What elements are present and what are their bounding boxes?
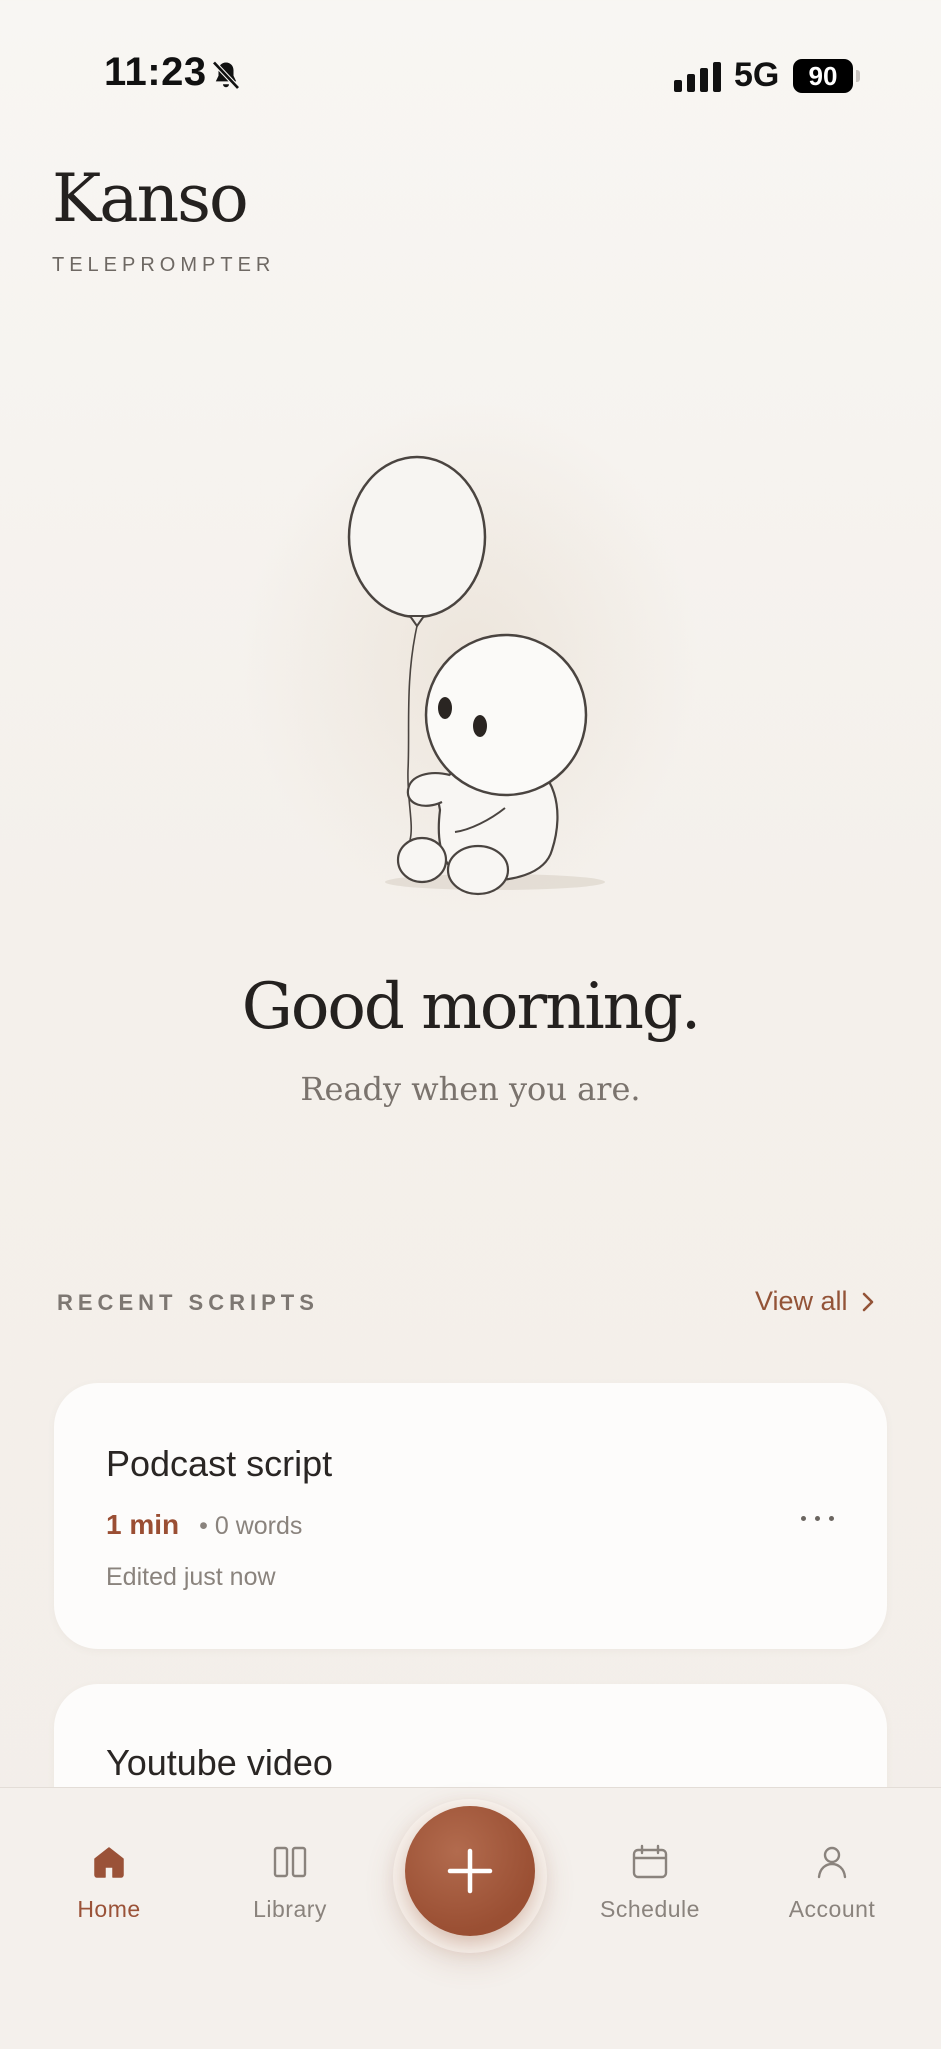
tab-schedule-label: Schedule: [600, 1896, 700, 1922]
balloon-character-illustration: [347, 455, 605, 896]
view-all-link[interactable]: View all: [755, 1286, 876, 1317]
app-title: Kanso: [52, 160, 249, 237]
more-dot: [828, 1515, 834, 1521]
recent-scripts-header: RECENT SCRIPTS: [57, 1290, 319, 1315]
script-word-count: • 0 words: [199, 1512, 303, 1540]
more-dot: [800, 1515, 806, 1521]
plus-icon: [447, 1848, 493, 1894]
bell-slash-icon: [212, 60, 240, 90]
library-icon: [273, 1846, 307, 1878]
script-meta: 1 min • 0 words: [106, 1509, 302, 1541]
script-edited-time: Edited just now: [106, 1563, 276, 1591]
more-dot: [814, 1515, 820, 1521]
app-subtitle: TELEPROMPTER: [52, 254, 276, 276]
person-icon: [817, 1846, 847, 1879]
brand-header: Kanso TELEPROMPTER: [52, 166, 275, 277]
home-icon: [94, 1847, 124, 1878]
battery-icon: 90: [793, 59, 853, 93]
tab-library[interactable]: Library: [210, 1842, 370, 1923]
script-title: Podcast script: [106, 1443, 333, 1484]
tab-home[interactable]: Home: [29, 1842, 189, 1923]
tab-account[interactable]: Account: [752, 1842, 912, 1923]
network-label: 5G: [734, 56, 780, 94]
more-options-button[interactable]: [789, 1503, 845, 1533]
battery-tip: [856, 70, 860, 82]
tab-home-label: Home: [77, 1896, 141, 1922]
new-script-button[interactable]: [405, 1806, 535, 1936]
status-bar: 11:23 5G 90: [0, 0, 941, 150]
chevron-right-icon: [862, 1292, 873, 1311]
tab-account-label: Account: [788, 1896, 876, 1922]
view-all-label: View all: [755, 1286, 848, 1316]
tab-schedule[interactable]: Schedule: [570, 1842, 730, 1923]
calendar-icon: [632, 1844, 668, 1879]
script-title: Youtube video: [106, 1742, 333, 1783]
greeting-title: Good morning.: [241, 970, 702, 1044]
script-card[interactable]: Podcast script 1 min • 0 words Edited ju…: [54, 1383, 887, 1649]
script-duration: 1 min: [106, 1509, 180, 1540]
signal-bars-icon: [674, 62, 721, 92]
tab-library-label: Library: [253, 1896, 327, 1922]
greeting-subtitle: Ready when you are.: [300, 1070, 641, 1108]
status-time: 11:23: [104, 50, 207, 94]
